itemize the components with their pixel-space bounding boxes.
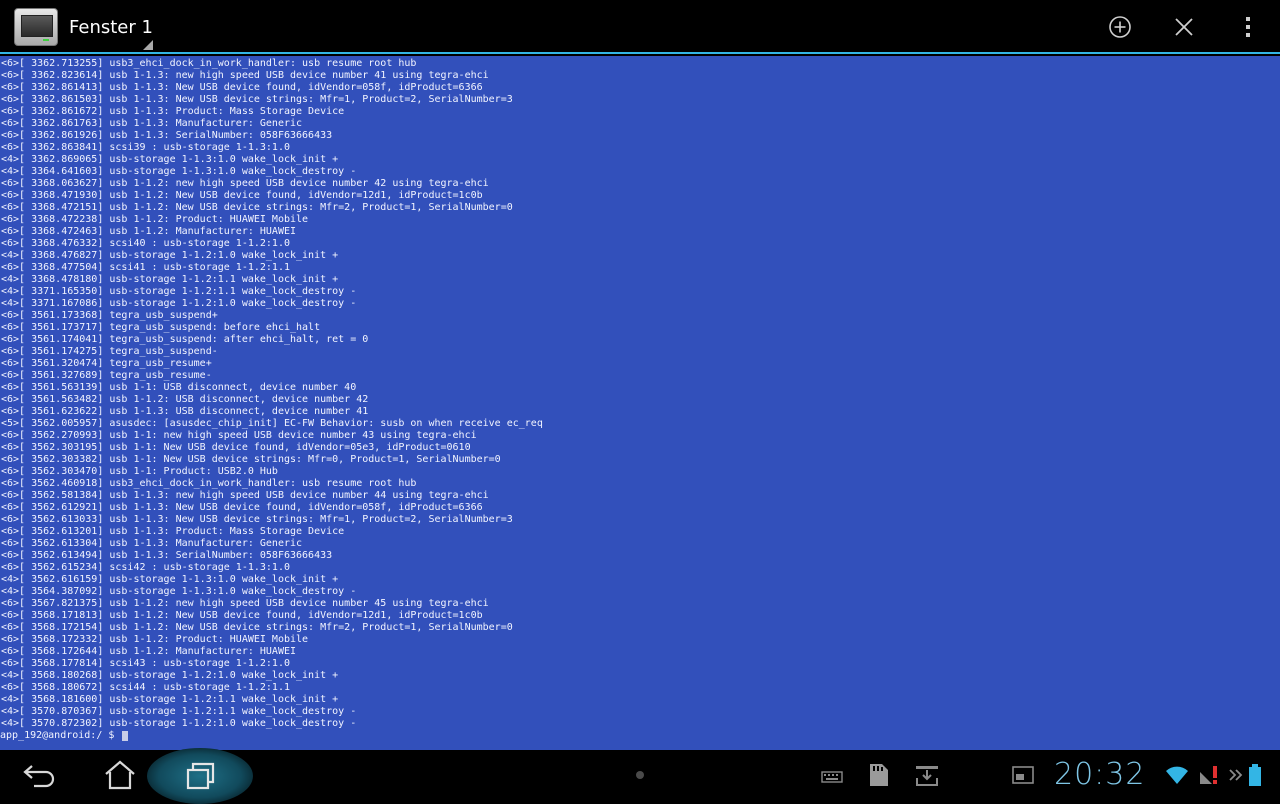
terminal-line: <6>[ 3562.613201] usb 1-1.3: Product: Ma… (1, 526, 345, 537)
terminal-line: <4>[ 3562.616159] usb-storage 1-1.3:1.0 … (1, 574, 339, 585)
terminal-line: <6>[ 3362.861672] usb 1-1.3: Product: Ma… (1, 106, 345, 117)
terminal-line: <6>[ 3368.472238] usb 1-1.2: Product: HU… (1, 214, 309, 225)
close-window-button[interactable] (1171, 14, 1197, 40)
terminal-line: <6>[ 3368.063627] usb 1-1.2: new high sp… (1, 178, 489, 189)
window-spinner-indicator[interactable] (143, 40, 153, 50)
screenshot-status[interactable] (1010, 762, 1036, 788)
terminal-line: <6>[ 3561.173717] tegra_usb_suspend: bef… (1, 322, 321, 333)
home-button[interactable] (98, 758, 142, 792)
terminal-line: <6>[ 3362.861503] usb 1-1.3: New USB dev… (1, 94, 513, 105)
menu-indicator-dot[interactable] (636, 771, 644, 779)
status-clock[interactable]: 20:32 (1054, 757, 1145, 792)
terminal-line: <6>[ 3562.270993] usb 1-1: new high spee… (1, 430, 477, 441)
terminal-line: <6>[ 3561.623622] usb 1-1.3: USB disconn… (1, 406, 369, 417)
home-icon (105, 760, 135, 790)
terminal-line: <6>[ 3568.177814] scsi43 : usb-storage 1… (1, 658, 290, 669)
terminal-line: <6>[ 3562.303470] usb 1-1: Product: USB2… (1, 466, 278, 477)
wifi-status[interactable] (1164, 762, 1190, 788)
terminal-line: <6>[ 3362.823614] usb 1-1.3: new high sp… (1, 70, 489, 81)
terminal-line: <4>[ 3570.872302] usb-storage 1-1.2:1.0 … (1, 718, 357, 729)
system-bar: 20:32 (0, 748, 1280, 804)
terminal-line: <4>[ 3568.180268] usb-storage 1-1.2:1.0 … (1, 670, 339, 681)
terminal-line: <6>[ 3561.174275] tegra_usb_suspend- (1, 346, 218, 357)
screenshot-icon (1012, 766, 1034, 784)
terminal-line: <6>[ 3562.612921] usb 1-1.3: New USB dev… (1, 502, 483, 513)
terminal-line: <4>[ 3368.478180] usb-storage 1-1.2:1.1 … (1, 274, 339, 285)
terminal-line: <6>[ 3368.476332] scsi40 : usb-storage 1… (1, 238, 290, 249)
terminal-line: <6>[ 3568.180672] scsi44 : usb-storage 1… (1, 682, 290, 693)
terminal-prompt-line[interactable]: app_192@android:/ $ (0, 730, 1280, 742)
download-icon (916, 766, 938, 786)
terminal-line: <6>[ 3562.613304] usb 1-1.3: Manufacture… (1, 538, 303, 549)
keyboard-status[interactable] (820, 762, 844, 788)
terminal-line: <4>[ 3364.641603] usb-storage 1-1.3:1.0 … (1, 166, 357, 177)
shell-prompt: app_192@android:/ $ (0, 730, 121, 741)
keyboard-icon (821, 771, 843, 783)
battery-status[interactable] (1248, 762, 1262, 788)
terminal-line: <6>[ 3561.174041] tegra_usb_suspend: aft… (1, 334, 369, 345)
overflow-icon (1246, 17, 1250, 37)
terminal-line: <6>[ 3561.173368] tegra_usb_suspend+ (1, 310, 218, 321)
terminal-line: <6>[ 3562.460918] usb3_ehci_dock_in_work… (1, 478, 417, 489)
terminal-line: <6>[ 3368.477504] scsi41 : usb-storage 1… (1, 262, 290, 273)
add-window-button[interactable] (1107, 14, 1133, 40)
terminal-line: <6>[ 3562.303195] usb 1-1: New USB devic… (1, 442, 471, 453)
recent-apps-button[interactable] (178, 758, 222, 792)
more-icon (1229, 769, 1243, 781)
terminal-line: <4>[ 3371.167086] usb-storage 1-1.2:1.0 … (1, 298, 357, 309)
terminal-line: <6>[ 3368.472151] usb 1-1.2: New USB dev… (1, 202, 513, 213)
action-bar: Fenster 1 (0, 0, 1280, 54)
terminal-line: <6>[ 3362.863841] scsi39 : usb-storage 1… (1, 142, 290, 153)
close-icon (1175, 18, 1193, 36)
sd-card-status[interactable] (866, 762, 890, 788)
terminal-line: <4>[ 3368.476827] usb-storage 1-1.2:1.0 … (1, 250, 339, 261)
terminal-view[interactable]: <6>[ 3362.713255] usb3_ehci_dock_in_work… (0, 56, 1280, 750)
terminal-line: <6>[ 3568.172332] usb 1-1.2: Product: HU… (1, 634, 309, 645)
terminal-line: <6>[ 3567.821375] usb 1-1.2: new high sp… (1, 598, 489, 609)
back-button[interactable] (18, 758, 62, 792)
terminal-line: <6>[ 3561.327689] tegra_usb_resume- (1, 370, 212, 381)
terminal-line: <6>[ 3362.861413] usb 1-1.3: New USB dev… (1, 82, 483, 93)
terminal-line: <4>[ 3362.869065] usb-storage 1-1.3:1.0 … (1, 154, 339, 165)
terminal-line: <6>[ 3561.563482] usb 1-1.2: USB disconn… (1, 394, 369, 405)
terminal-line: <6>[ 3368.471930] usb 1-1.2: New USB dev… (1, 190, 483, 201)
terminal-line: <6>[ 3568.171813] usb 1-1.2: New USB dev… (1, 610, 483, 621)
terminal-line: <6>[ 3562.303382] usb 1-1: New USB devic… (1, 454, 501, 465)
alert-status[interactable] (1198, 762, 1224, 788)
terminal-line: <6>[ 3562.613494] usb 1-1.3: SerialNumbe… (1, 550, 333, 561)
terminal-line: <4>[ 3564.387092] usb-storage 1-1.3:1.0 … (1, 586, 357, 597)
terminal-line: <4>[ 3371.165350] usb-storage 1-1.2:1.1 … (1, 286, 357, 297)
plus-circle-icon (1109, 16, 1131, 38)
battery-icon (1249, 764, 1261, 786)
overflow-menu-button[interactable] (1235, 14, 1261, 40)
terminal-line: <6>[ 3568.172154] usb 1-1.2: New USB dev… (1, 622, 513, 633)
text-cursor (122, 731, 129, 741)
terminal-line: <6>[ 3368.472463] usb 1-1.2: Manufacture… (1, 226, 297, 237)
terminal-line: <6>[ 3561.563139] usb 1-1: USB disconnec… (1, 382, 357, 393)
terminal-line: <4>[ 3570.870367] usb-storage 1-1.2:1.1 … (1, 706, 357, 717)
sd-card-icon (870, 764, 888, 786)
terminal-line: <6>[ 3362.861926] usb 1-1.3: SerialNumbe… (1, 130, 333, 141)
terminal-line: <5>[ 3562.005957] asusdec: [asusdec_chip… (1, 418, 543, 429)
window-title[interactable]: Fenster 1 (69, 17, 153, 38)
wifi-icon (1166, 766, 1188, 784)
recent-apps-icon (186, 762, 215, 790)
download-status[interactable] (914, 762, 940, 788)
back-icon (23, 765, 55, 788)
terminal-line: <6>[ 3362.861763] usb 1-1.3: Manufacture… (1, 118, 303, 129)
terminal-line: <6>[ 3362.713255] usb3_ehci_dock_in_work… (1, 58, 417, 69)
terminal-line: <6>[ 3568.172644] usb 1-1.2: Manufacture… (1, 646, 297, 657)
terminal-app-icon[interactable] (14, 8, 58, 46)
terminal-output: <6>[ 3362.713255] usb3_ehci_dock_in_work… (0, 56, 1280, 730)
more-status[interactable] (1228, 762, 1244, 788)
terminal-line: <6>[ 3562.613033] usb 1-1.3: New USB dev… (1, 514, 513, 525)
terminal-line: <4>[ 3568.181600] usb-storage 1-1.2:1.1 … (1, 694, 339, 705)
terminal-line: <6>[ 3561.320474] tegra_usb_resume+ (1, 358, 212, 369)
alert-icon (1200, 766, 1217, 784)
terminal-line: <6>[ 3562.581384] usb 1-1.3: new high sp… (1, 490, 489, 501)
terminal-line: <6>[ 3562.615234] scsi42 : usb-storage 1… (1, 562, 290, 573)
